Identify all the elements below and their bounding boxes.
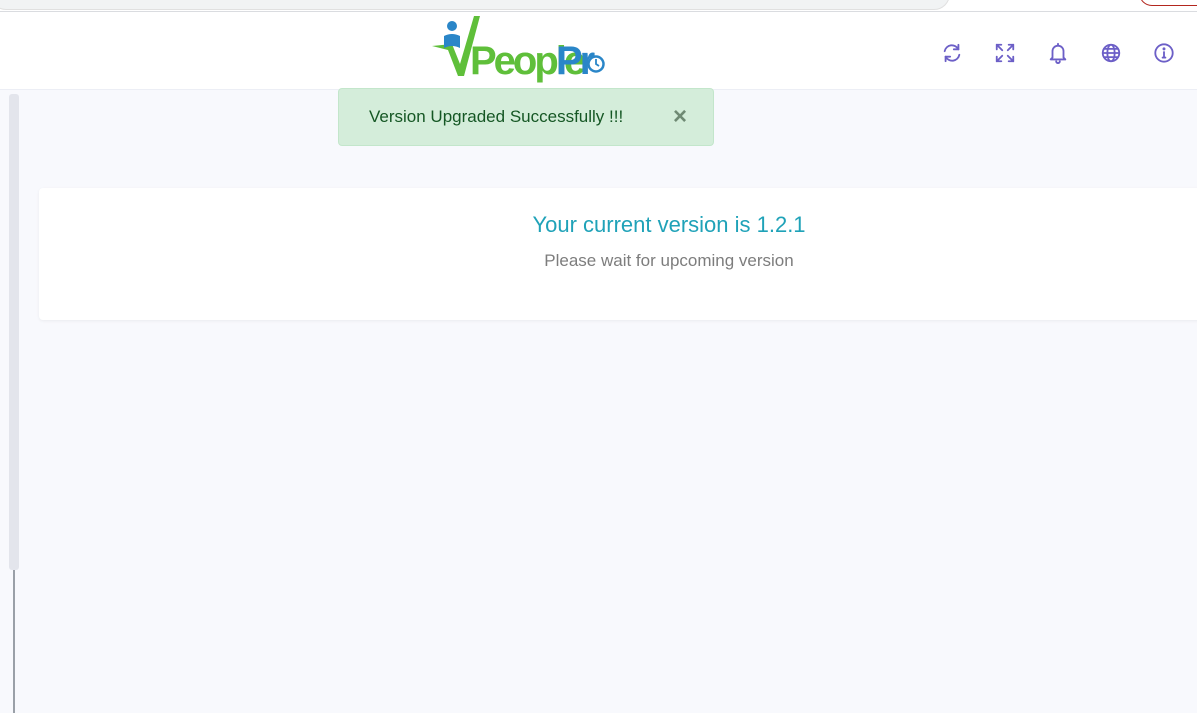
peoplepro-logo[interactable]: People Pr (430, 14, 610, 88)
version-card: Your current version is 1.2.1 Please wai… (39, 188, 1197, 320)
alert-message: Version Upgraded Successfully !!! (369, 107, 624, 126)
header-icon-group (939, 40, 1177, 66)
bell-icon[interactable] (1045, 40, 1071, 66)
top-navbar: People Pr (0, 12, 1197, 90)
current-version-title: Your current version is 1.2.1 (532, 212, 806, 237)
sidebar-edge (13, 570, 15, 713)
profile-button[interactable] (1139, 0, 1197, 6)
globe-icon[interactable] (1098, 40, 1124, 66)
close-icon[interactable]: × (669, 105, 691, 129)
success-alert: Version Upgraded Successfully !!! × (338, 88, 714, 146)
browser-chrome (0, 0, 1197, 12)
fullscreen-icon[interactable] (992, 40, 1018, 66)
address-bar[interactable] (0, 0, 950, 10)
sidebar-scrollbar[interactable] (9, 94, 19, 570)
upcoming-version-note: Please wait for upcoming version (544, 251, 794, 270)
info-icon[interactable] (1151, 40, 1177, 66)
refresh-icon[interactable] (939, 40, 965, 66)
